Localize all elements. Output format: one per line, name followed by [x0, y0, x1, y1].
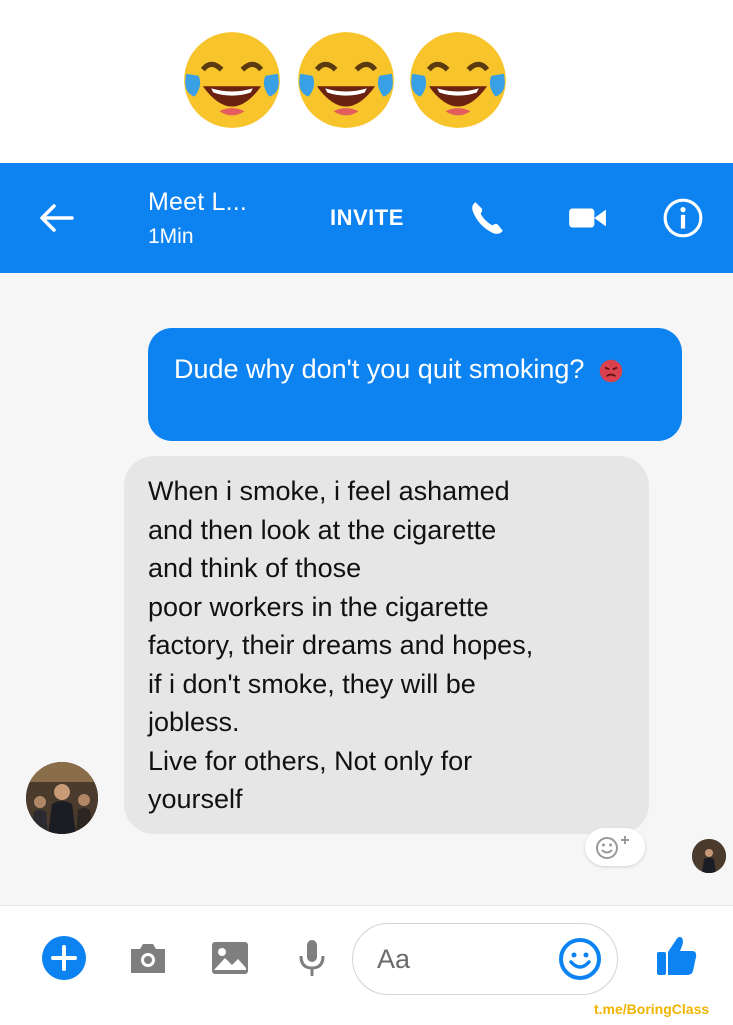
thumbs-up-icon[interactable] — [654, 932, 700, 978]
angry-face-emoji — [599, 359, 623, 383]
message-input[interactable]: Aa — [352, 923, 618, 995]
add-reaction-button[interactable] — [585, 828, 645, 866]
emoji-icon[interactable] — [557, 936, 603, 982]
message-input-placeholder: Aa — [377, 944, 411, 974]
contact-name[interactable]: Meet L... — [148, 188, 247, 217]
tears-of-joy-emoji — [410, 32, 506, 128]
invite-button[interactable]: INVITE — [330, 205, 404, 231]
incoming-message[interactable]: When i smoke, i feel ashamed and then lo… — [124, 456, 649, 834]
chat-header: Meet L... 1Min INVITE — [0, 163, 733, 273]
contact-photo — [26, 762, 98, 834]
info-icon[interactable] — [662, 197, 704, 239]
video-camera-icon[interactable] — [566, 197, 608, 239]
conversation-area: Dude why don't you quit smoking? When i … — [0, 273, 733, 905]
camera-icon[interactable] — [126, 936, 170, 980]
avatar[interactable] — [26, 762, 98, 834]
back-arrow-icon[interactable] — [36, 198, 76, 238]
outgoing-message[interactable]: Dude why don't you quit smoking? — [148, 328, 682, 441]
tears-of-joy-emoji — [298, 32, 394, 128]
phone-icon[interactable] — [466, 197, 508, 239]
active-status: 1Min — [148, 225, 194, 248]
outgoing-message-text: Dude why don't you quit smoking? — [174, 354, 585, 384]
add-reaction-icon — [596, 836, 629, 859]
image-icon[interactable] — [208, 936, 252, 980]
emoji-row — [180, 28, 510, 136]
watermark: t.me/BoringClass — [594, 1001, 710, 1017]
plus-icon[interactable] — [40, 934, 88, 982]
read-receipt-photo — [692, 839, 726, 873]
tears-of-joy-emoji — [184, 32, 280, 128]
microphone-icon[interactable] — [290, 936, 334, 980]
read-receipt-avatar — [692, 839, 726, 873]
